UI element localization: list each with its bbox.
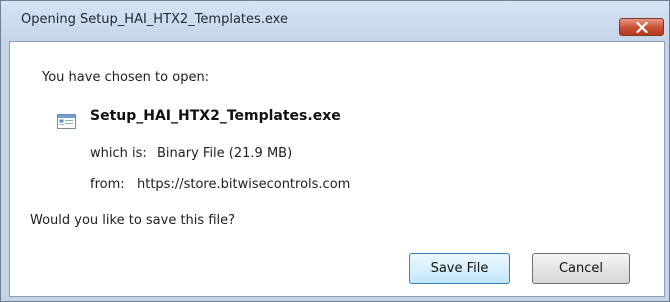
save-file-button[interactable]: Save File — [409, 253, 510, 284]
close-icon — [636, 22, 648, 33]
source-url: https://store.bitwisecontrols.com — [137, 177, 351, 192]
title-bar[interactable]: Opening Setup_HAI_HTX2_Templates.exe — [1, 1, 669, 41]
cancel-button[interactable]: Cancel — [532, 253, 630, 284]
save-question: Would you like to save this file? — [30, 213, 236, 228]
close-button[interactable] — [619, 18, 664, 36]
prompt-text: You have chosen to open: — [42, 70, 210, 85]
dialog-body: You have chosen to open: Setup_HAI_HTX2_… — [9, 41, 665, 297]
save-file-dialog: Opening Setup_HAI_HTX2_Templates.exe You… — [0, 0, 670, 302]
source-label: from: — [90, 177, 125, 192]
window-title: Opening Setup_HAI_HTX2_Templates.exe — [21, 12, 288, 27]
file-type-label: which is: — [90, 146, 147, 161]
file-name: Setup_HAI_HTX2_Templates.exe — [90, 108, 341, 124]
executable-file-icon — [57, 114, 76, 129]
file-type-value: Binary File (21.9 MB) — [157, 146, 293, 161]
